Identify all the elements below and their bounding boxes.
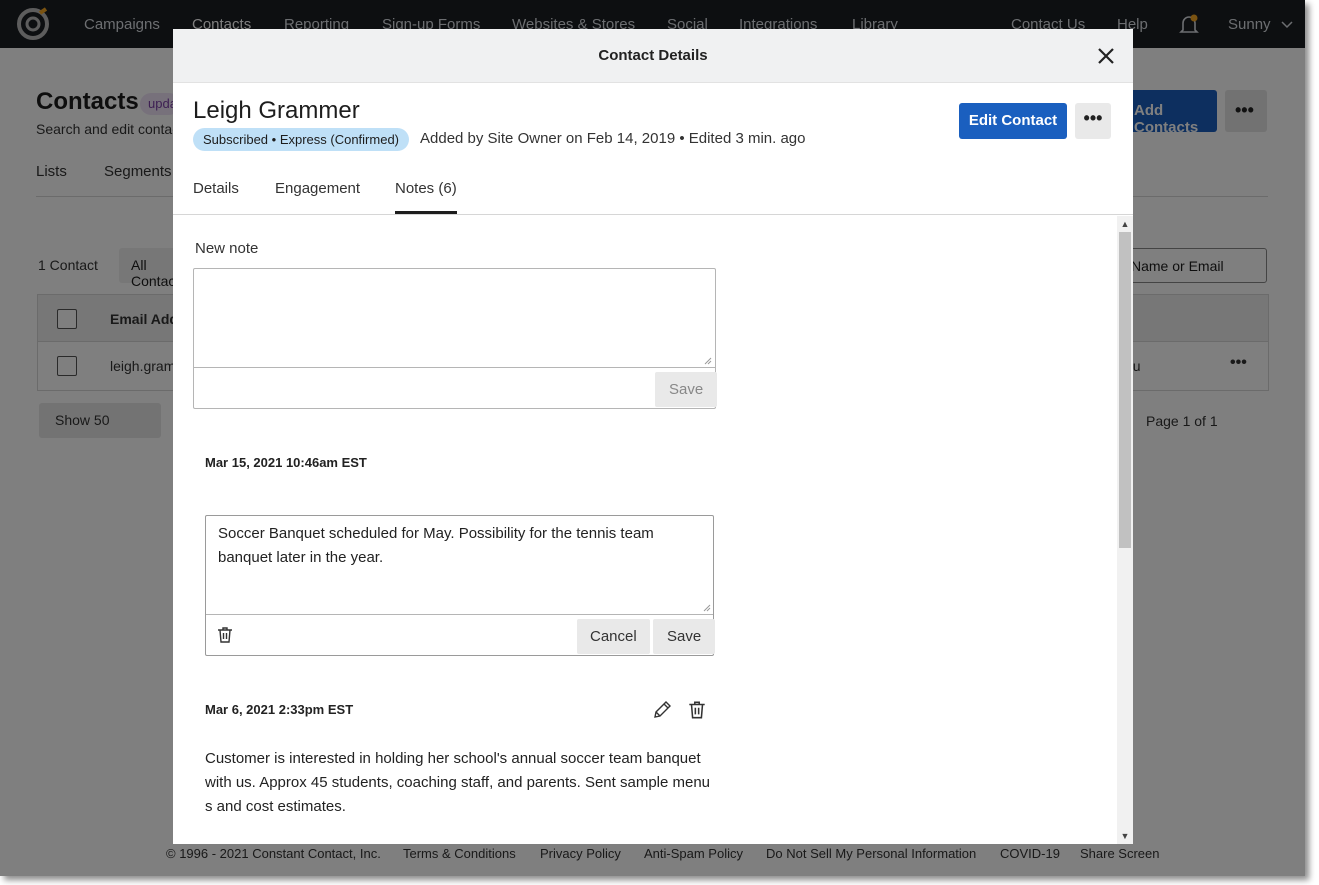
- contact-meta: Added by Site Owner on Feb 14, 2019 • Ed…: [420, 130, 806, 147]
- close-icon[interactable]: [1094, 44, 1118, 68]
- note-edit-textarea[interactable]: Soccer Banquet scheduled for May. Possib…: [218, 522, 698, 570]
- tab-details[interactable]: Details: [193, 180, 239, 197]
- tab-notes[interactable]: Notes (6): [395, 180, 457, 197]
- new-note-editor: Save: [193, 268, 718, 409]
- resize-handle-icon[interactable]: [703, 604, 711, 612]
- app-window: Campaigns Contacts Reporting Sign-up For…: [0, 0, 1305, 876]
- modal-title: Contact Details: [598, 47, 708, 64]
- note-date: Mar 15, 2021 10:46am EST: [205, 455, 367, 470]
- new-note-label: New note: [195, 240, 259, 257]
- modal-header: Contact Details: [173, 29, 1133, 83]
- scroll-down-icon[interactable]: ▼: [1117, 828, 1133, 844]
- note-save-button[interactable]: Save: [653, 619, 716, 654]
- contact-details-modal: Contact Details Leigh Grammer Subscribed…: [173, 29, 1133, 844]
- note-cancel-button[interactable]: Cancel: [577, 619, 650, 654]
- more-options-button[interactable]: •••: [1075, 103, 1111, 139]
- tab-engagement[interactable]: Engagement: [275, 180, 360, 197]
- note-text: Customer is interested in holding her sc…: [205, 750, 711, 815]
- tabs-divider: [173, 214, 1133, 215]
- scrollbar-thumb[interactable]: [1119, 232, 1131, 548]
- trash-icon[interactable]: [686, 699, 708, 721]
- trash-icon[interactable]: [215, 625, 235, 645]
- new-note-textarea[interactable]: [194, 269, 715, 367]
- edit-contact-button[interactable]: Edit Contact: [959, 103, 1067, 139]
- note-editor: Soccer Banquet scheduled for May. Possib…: [205, 515, 716, 656]
- note-date: Mar 6, 2021 2:33pm EST: [205, 702, 354, 717]
- new-note-save-button[interactable]: Save: [655, 372, 718, 407]
- contact-name: Leigh Grammer: [193, 97, 360, 124]
- scroll-up-icon[interactable]: ▲: [1117, 216, 1133, 232]
- resize-handle-icon[interactable]: [704, 357, 712, 365]
- status-badge: Subscribed • Express (Confirmed): [193, 128, 410, 151]
- note-editor-divider: [194, 367, 715, 368]
- pencil-icon[interactable]: [651, 699, 673, 721]
- note-editor-divider: [206, 614, 713, 615]
